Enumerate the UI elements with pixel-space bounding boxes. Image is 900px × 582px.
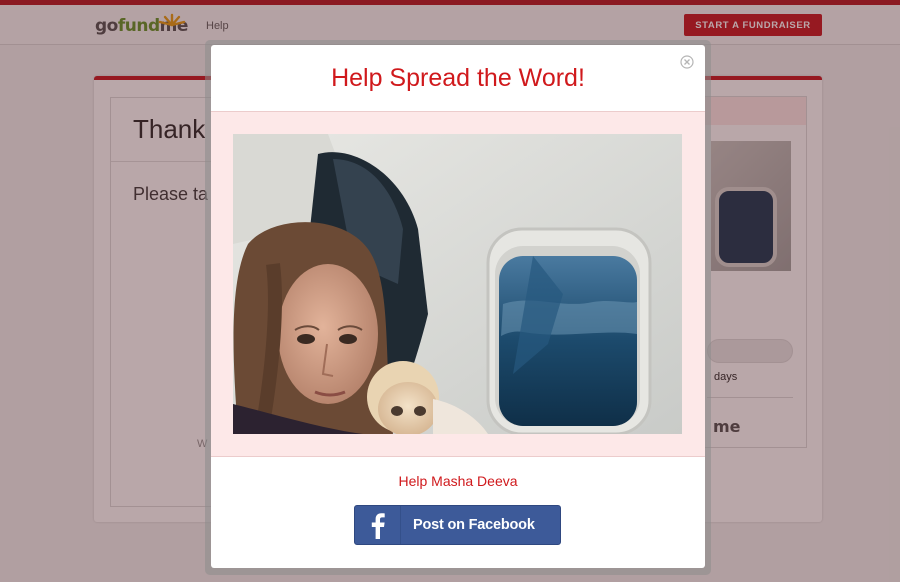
share-modal: Help Spread the Word! Help Masha Deeva P… [211,45,705,568]
campaign-photo [233,134,682,434]
facebook-icon [355,506,401,544]
modal-title: Help Spread the Word! [331,64,585,92]
campaign-link[interactable]: Help Masha Deeva [211,473,705,489]
close-icon[interactable] [680,55,694,69]
post-on-facebook-button[interactable]: Post on Facebook [354,505,561,545]
facebook-button-label: Post on Facebook [413,517,535,533]
photo-band [211,111,705,457]
